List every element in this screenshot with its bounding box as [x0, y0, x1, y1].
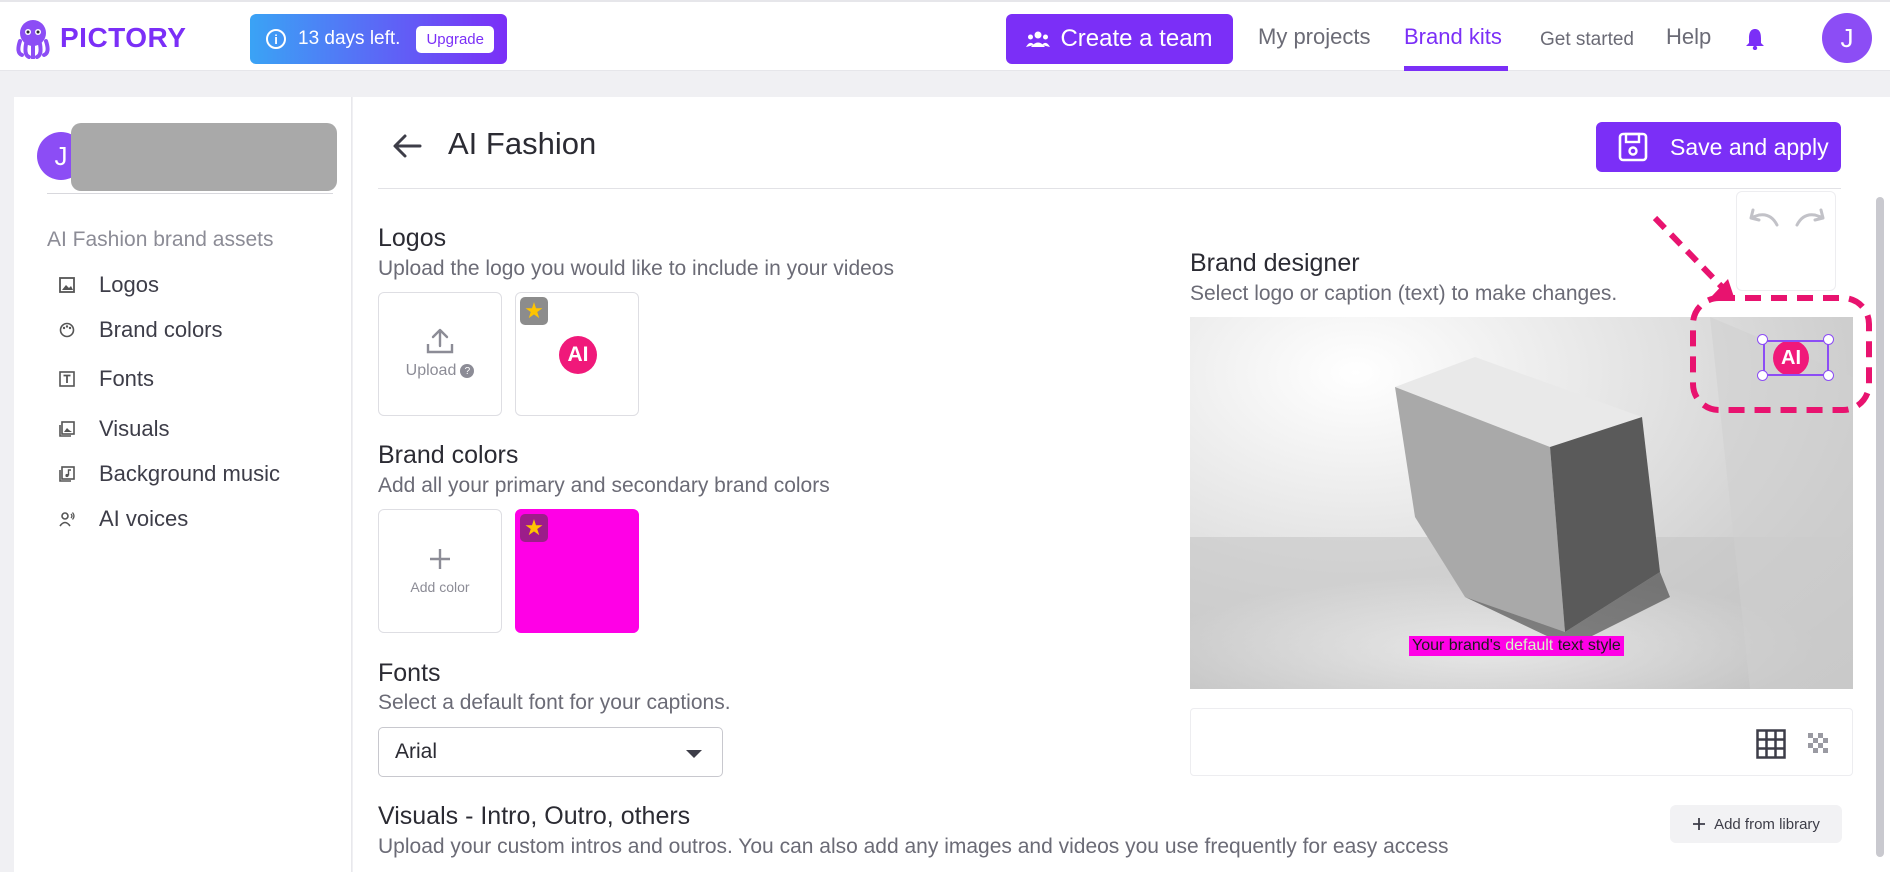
palette-icon: [59, 322, 75, 338]
help-icon[interactable]: ?: [460, 364, 475, 378]
star-icon[interactable]: ★: [520, 297, 548, 325]
logos-title: Logos: [378, 224, 447, 252]
add-color-tile[interactable]: Add color: [378, 509, 502, 633]
sidebar-item-label: Brand colors: [99, 317, 223, 342]
gallery-icon: [59, 421, 75, 437]
redo-icon[interactable]: [1793, 208, 1827, 228]
resize-handle[interactable]: [1757, 370, 1768, 381]
brand-designer-subtitle: Select logo or caption (text) to make ch…: [1190, 282, 1618, 305]
sidebar-item-label: AI voices: [99, 506, 189, 531]
back-arrow-icon[interactable]: [392, 133, 422, 159]
nav-brand-kits[interactable]: Brand kits: [1404, 24, 1502, 50]
grid-icon[interactable]: [1756, 729, 1786, 759]
sidebar-item-logos[interactable]: Logos: [59, 272, 159, 298]
sidebar-item-background-music[interactable]: Background music: [59, 461, 280, 487]
sidebar-item-label: Visuals: [99, 416, 170, 441]
caption-text-box[interactable]: Your brand's default text style: [1409, 636, 1624, 656]
active-tab-indicator: [1404, 66, 1508, 71]
trial-banner: i 13 days left. Upgrade: [250, 14, 507, 64]
sidebar: J AI Fashion brand assets Logos Brand co…: [14, 97, 352, 872]
octopus-icon: [16, 20, 50, 59]
brand-designer-title: Brand designer: [1190, 249, 1360, 277]
scrollbar[interactable]: [1876, 197, 1884, 857]
ai-logo-thumbnail: AI: [559, 336, 597, 374]
info-icon: i: [266, 29, 286, 49]
voice-icon: [59, 512, 75, 527]
page-title: AI Fashion: [448, 126, 597, 161]
save-and-apply-label: Save and apply: [1670, 133, 1829, 160]
fonts-title: Fonts: [378, 659, 441, 687]
font-select-value: Arial: [395, 740, 438, 763]
create-team-label: Create a team: [1060, 25, 1213, 52]
plus-icon: [430, 549, 450, 569]
undo-redo-group: [1736, 191, 1836, 291]
caption-text-end: text style: [1553, 637, 1621, 654]
text-icon: [59, 371, 75, 387]
sidebar-item-ai-voices[interactable]: AI voices: [59, 506, 188, 532]
star-icon[interactable]: ★: [520, 514, 548, 542]
main-panel: AI Fashion Save and apply Logos Upload t…: [353, 97, 1890, 872]
visuals-subtitle: Upload your custom intros and outros. Yo…: [378, 835, 1449, 858]
sidebar-item-fonts[interactable]: Fonts: [59, 366, 154, 392]
resize-handle[interactable]: [1757, 334, 1768, 345]
upgrade-button[interactable]: Upgrade: [416, 25, 494, 53]
add-color-label: Add color: [410, 579, 470, 595]
brand-name: PICTORY: [60, 22, 187, 53]
trial-text: 13 days left.: [298, 28, 401, 49]
add-from-library-label: Add from library: [1714, 815, 1820, 833]
resize-handle[interactable]: [1823, 370, 1834, 381]
resize-handle[interactable]: [1823, 334, 1834, 345]
add-from-library-button[interactable]: Add from library: [1670, 805, 1842, 843]
logo-tile[interactable]: ★ AI: [515, 292, 639, 416]
fonts-subtitle: Select a default font for your captions.: [378, 691, 731, 714]
undo-icon[interactable]: [1747, 208, 1781, 228]
save-icon: [1618, 132, 1648, 162]
pictory-logo[interactable]: PICTORY: [12, 16, 186, 60]
sidebar-divider: [47, 193, 333, 194]
team-icon: [1026, 31, 1051, 47]
font-select[interactable]: Arial: [378, 727, 723, 777]
image-icon: [59, 277, 75, 293]
sidebar-item-label: Background music: [99, 461, 280, 486]
cube-image: [1190, 317, 1853, 689]
caret-down-icon: [686, 750, 702, 758]
sidebar-section-title: AI Fashion brand assets: [47, 228, 274, 251]
plus-icon: [1693, 818, 1706, 830]
preview-toolbar: [1190, 708, 1853, 776]
color-swatch-magenta[interactable]: ★: [515, 509, 639, 633]
caption-highlight-word: default: [1505, 637, 1554, 654]
redacted-name: [71, 123, 337, 191]
create-team-button[interactable]: Create a team: [1006, 14, 1233, 64]
upload-logo-tile[interactable]: Upload ?: [378, 292, 502, 416]
nav-help[interactable]: Help: [1666, 24, 1711, 50]
brand-colors-title: Brand colors: [378, 441, 519, 469]
caption-text: Your brand's: [1412, 637, 1506, 654]
brand-preview-canvas[interactable]: Your brand's default text style AI: [1190, 317, 1853, 689]
title-divider: [378, 188, 1841, 189]
bell-icon[interactable]: [1745, 28, 1765, 50]
sidebar-item-visuals[interactable]: Visuals: [59, 416, 170, 442]
logo-selection-box[interactable]: [1763, 340, 1829, 376]
sidebar-item-label: Logos: [99, 272, 159, 297]
brand-colors-subtitle: Add all your primary and secondary brand…: [378, 474, 830, 497]
nav-my-projects[interactable]: My projects: [1258, 24, 1370, 50]
visuals-title: Visuals - Intro, Outro, others: [378, 802, 691, 830]
upload-label: Upload: [405, 362, 457, 379]
top-bar: PICTORY i 13 days left. Upgrade Create a…: [0, 0, 1890, 71]
user-avatar[interactable]: J: [1822, 13, 1872, 63]
sidebar-item-label: Fonts: [99, 366, 155, 391]
save-and-apply-button[interactable]: Save and apply: [1596, 122, 1841, 172]
logos-subtitle: Upload the logo you would like to includ…: [378, 257, 894, 280]
transparency-icon[interactable]: [1808, 733, 1828, 753]
nav-get-started[interactable]: Get started: [1540, 29, 1634, 51]
music-icon: [59, 466, 75, 482]
sidebar-item-brand-colors[interactable]: Brand colors: [59, 317, 223, 343]
upload-icon: [426, 328, 454, 354]
